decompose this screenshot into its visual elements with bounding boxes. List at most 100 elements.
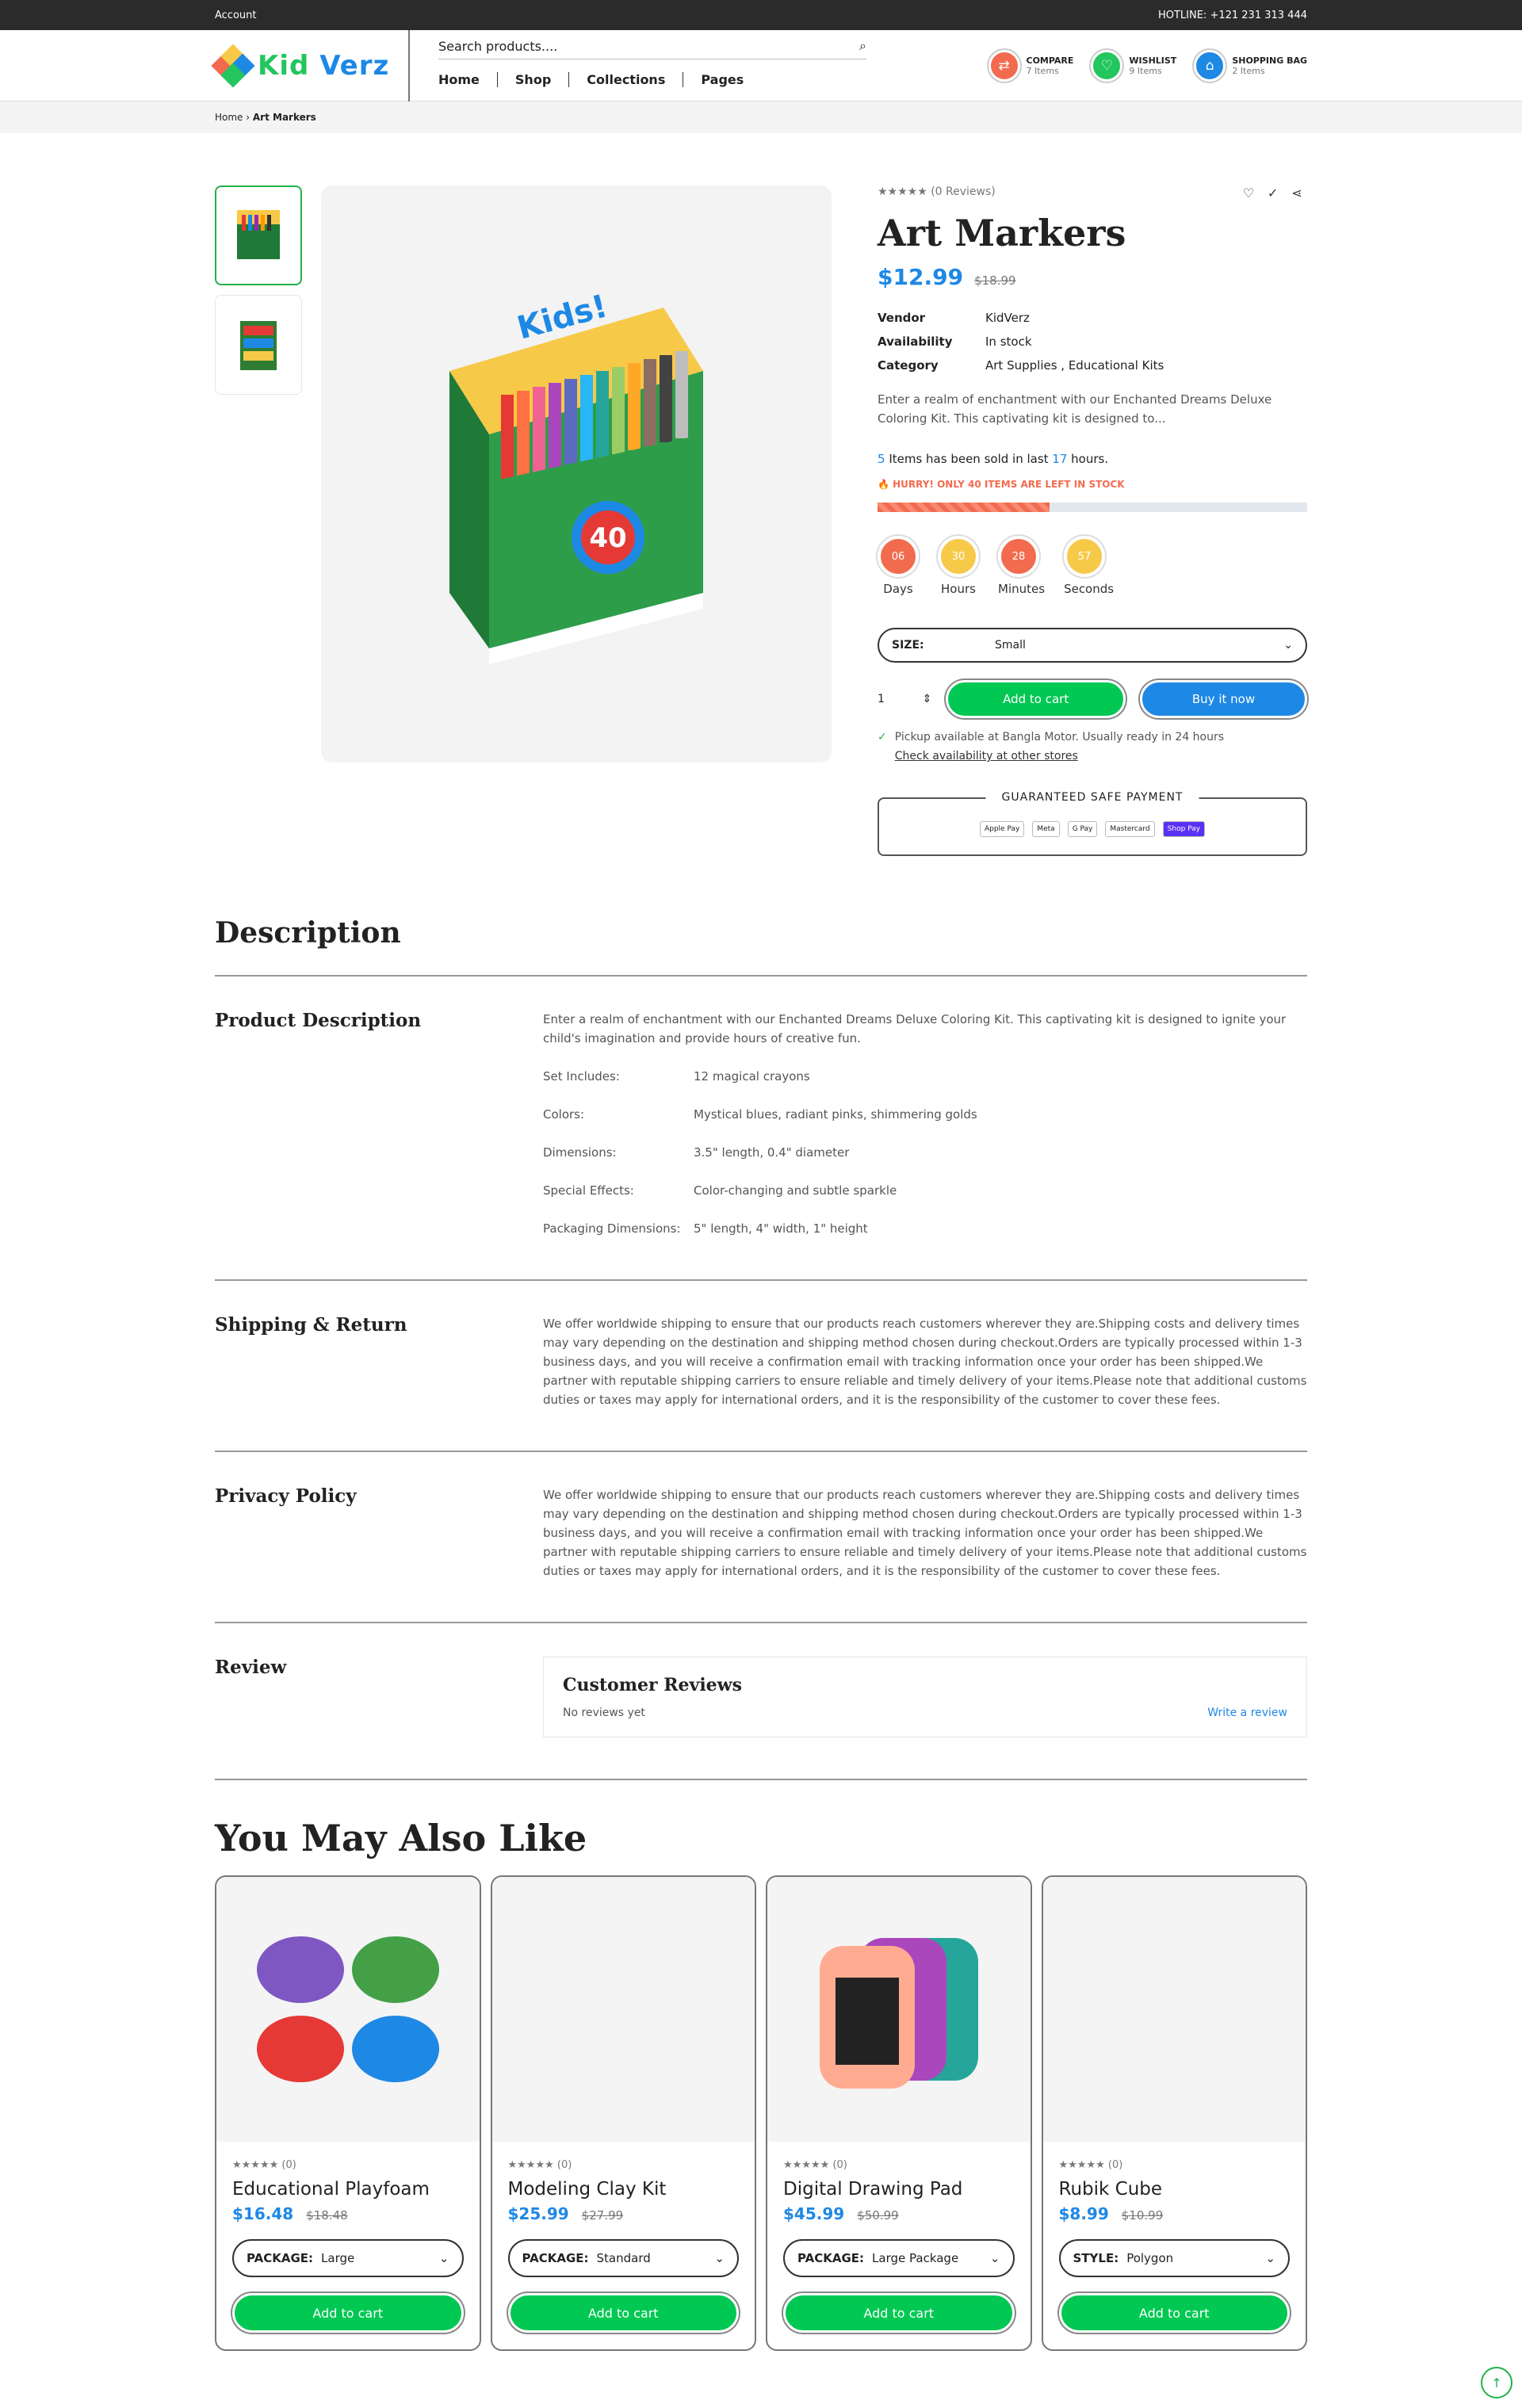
check-availability-link[interactable]: Check availability at other stores [895, 750, 1224, 763]
fire-icon: 🔥 [878, 479, 889, 490]
option-value: Standard [596, 2251, 651, 2265]
product-image[interactable] [1042, 1877, 1306, 2142]
product-price: $12.99 [878, 264, 964, 290]
availability-label: Availability [878, 334, 953, 349]
card-rating: ★★★★★ (0) [783, 2159, 847, 2171]
compare-count: 7 Items [1026, 66, 1059, 76]
timer-seconds: 57 Seconds [1064, 536, 1114, 596]
spec-value: 5" length, 4" width, 1" height [694, 1221, 868, 1236]
product-description-title: Product Description [215, 1010, 422, 1031]
shipping-title: Shipping & Return [215, 1314, 407, 1336]
compare-button[interactable]: ⇄ COMPARE 7 Items [988, 50, 1073, 82]
main-product-image[interactable]: 40 Kids! [321, 185, 832, 763]
option-label: PACKAGE: [797, 2251, 865, 2265]
card-add-to-cart-button[interactable]: Add to cart [507, 2293, 739, 2333]
vendor-value[interactable]: KidVerz [985, 311, 1030, 325]
product-card[interactable]: ★★★★★ (0) Rubik Cube $8.99 $10.99 STYLE: P… [1041, 1875, 1307, 2351]
search-input[interactable]: Search products.... [438, 39, 557, 54]
share-icon[interactable]: ⋖ [1287, 185, 1307, 201]
menu-item-home[interactable]: Home [438, 72, 498, 87]
card-option-select[interactable]: PACKAGE: Standard ⌄ [507, 2239, 739, 2277]
card-add-to-cart-button[interactable]: Add to cart [1058, 2293, 1290, 2333]
mastercard-icon: Mastercard [1105, 821, 1155, 837]
size-label: SIZE: [892, 639, 924, 652]
product-card[interactable]: ★★★★★ (0) Educational Playfoam $16.48 $18… [215, 1875, 481, 2351]
product-image[interactable] [491, 1877, 755, 2142]
category-label: Category [878, 358, 939, 373]
thumbnail-1[interactable] [215, 185, 302, 285]
timer-days-label: Days [883, 582, 913, 596]
description-heading: Description [215, 916, 1307, 977]
card-title[interactable]: Modeling Clay Kit [508, 2179, 740, 2200]
add-to-cart-button[interactable]: Add to cart [946, 680, 1126, 718]
stock-progress-fill [878, 503, 1050, 512]
wishlist-button[interactable]: ♡ WISHLIST 9 Items [1091, 50, 1176, 82]
card-option-select[interactable]: STYLE: Polygon ⌄ [1058, 2239, 1290, 2277]
card-rating: ★★★★★ (0) [1058, 2159, 1123, 2171]
account-link[interactable]: Account [215, 10, 257, 21]
card-title[interactable]: Educational Playfoam [232, 2179, 464, 2200]
short-description: Enter a realm of enchantment with our En… [878, 392, 1272, 426]
product-description-text: Enter a realm of enchantment with our En… [543, 1012, 1287, 1045]
option-value: Large Package [872, 2251, 959, 2265]
bag-count: 2 Items [1232, 66, 1265, 76]
review-summary[interactable]: ★★★★★ (0 Reviews) [878, 185, 996, 201]
wishlist-heart-icon[interactable]: ♡ [1238, 185, 1259, 201]
compare-check-icon[interactable]: ✓ [1263, 185, 1283, 201]
scroll-to-top-button[interactable]: ↑ [1481, 2367, 1512, 2398]
wishlist-count: 9 Items [1129, 66, 1162, 76]
timer-hours: 30 Hours [938, 536, 979, 596]
quantity-stepper[interactable]: 1 ⇕ [878, 693, 931, 705]
google-pay-icon: G Pay [1067, 821, 1098, 837]
breadcrumb-home[interactable]: Home [215, 112, 243, 123]
quantity-value[interactable]: 1 [878, 693, 885, 705]
hotline: HOTLINE: +121 231 313 444 [1157, 9, 1307, 21]
hurry-text: HURRY! ONLY 40 ITEMS ARE LEFT IN STOCK [893, 479, 1125, 490]
card-title[interactable]: Digital Drawing Pad [783, 2179, 1015, 2200]
write-review-link[interactable]: Write a review [1207, 1707, 1287, 1719]
card-add-to-cart-button[interactable]: Add to cart [232, 2293, 464, 2333]
privacy-text: We offer worldwide shipping to ensure th… [543, 1488, 1307, 1578]
safe-payment-title: GUARANTEED SAFE PAYMENT [985, 791, 1199, 804]
buy-now-button[interactable]: Buy it now [1139, 680, 1307, 718]
spec-key: Dimensions: [543, 1145, 617, 1160]
product-image[interactable] [216, 1877, 480, 2142]
card-title[interactable]: Rubik Cube [1059, 2179, 1291, 2200]
thumbnail-2[interactable] [215, 295, 302, 395]
chevron-down-icon: ⌄ [438, 2251, 449, 2265]
product-card[interactable]: ★★★★★ (0) Digital Drawing Pad $45.99 $50.… [766, 1875, 1032, 2351]
wishlist-label: WISHLIST [1129, 55, 1177, 66]
product-section: 40 Kids! ★★★★★ (0 Reviews) ♡ ✓ ⋖ Art Mar… [215, 185, 1307, 856]
product-card[interactable]: ★★★★★ (0) Modeling Clay Kit $25.99 $27.99… [490, 1875, 756, 2351]
menu-item-collections[interactable]: Collections [569, 72, 684, 87]
spec-value: Mystical blues, radiant pinks, shimmerin… [694, 1107, 977, 1122]
also-like-heading: You May Also Like [215, 1817, 587, 1860]
menu-item-pages[interactable]: Pages [683, 72, 761, 87]
sold-text-end: hours. [1067, 452, 1109, 466]
card-add-to-cart-button[interactable]: Add to cart [783, 2293, 1015, 2333]
svg-text:40: 40 [589, 522, 626, 554]
spec-key: Packaging Dimensions: [543, 1221, 681, 1236]
spec-row: Dimensions: 3.5" length, 0.4" diameter [543, 1143, 1307, 1162]
category-value[interactable]: Art Supplies , Educational Kits [985, 358, 1164, 373]
search-icon[interactable]: ⌕ [859, 38, 866, 54]
size-select[interactable]: SIZE: Small ⌄ [878, 628, 1307, 663]
spec-value: Color-changing and subtle sparkle [694, 1183, 897, 1198]
card-rating: ★★★★★ (0) [232, 2159, 296, 2171]
product-image[interactable] [767, 1877, 1031, 2142]
review-block: Review Customer Reviews No reviews yet W… [215, 1623, 1307, 1780]
sold-hours: 17 [1052, 452, 1068, 466]
shopping-bag-button[interactable]: ⌂ SHOPPING BAG 2 Items [1194, 50, 1307, 82]
card-price: $45.99 [783, 2204, 845, 2223]
top-bar: Account HOTLINE: +121 231 313 444 [0, 0, 1522, 30]
menu-item-shop[interactable]: Shop [498, 72, 570, 87]
card-option-select[interactable]: PACKAGE: Large Package ⌄ [783, 2239, 1015, 2277]
stock-progress-bar [878, 503, 1307, 512]
bag-icon: ⌂ [1194, 50, 1226, 82]
spec-key: Special Effects: [543, 1183, 634, 1198]
logo[interactable]: Kid Verz [211, 30, 410, 101]
stepper-arrows-icon[interactable]: ⇕ [923, 693, 932, 705]
search-bar[interactable]: Search products.... ⌕ [438, 38, 866, 59]
header: Kid Verz Search products.... ⌕ Home Shop… [0, 30, 1522, 101]
card-option-select[interactable]: PACKAGE: Large ⌄ [232, 2239, 464, 2277]
